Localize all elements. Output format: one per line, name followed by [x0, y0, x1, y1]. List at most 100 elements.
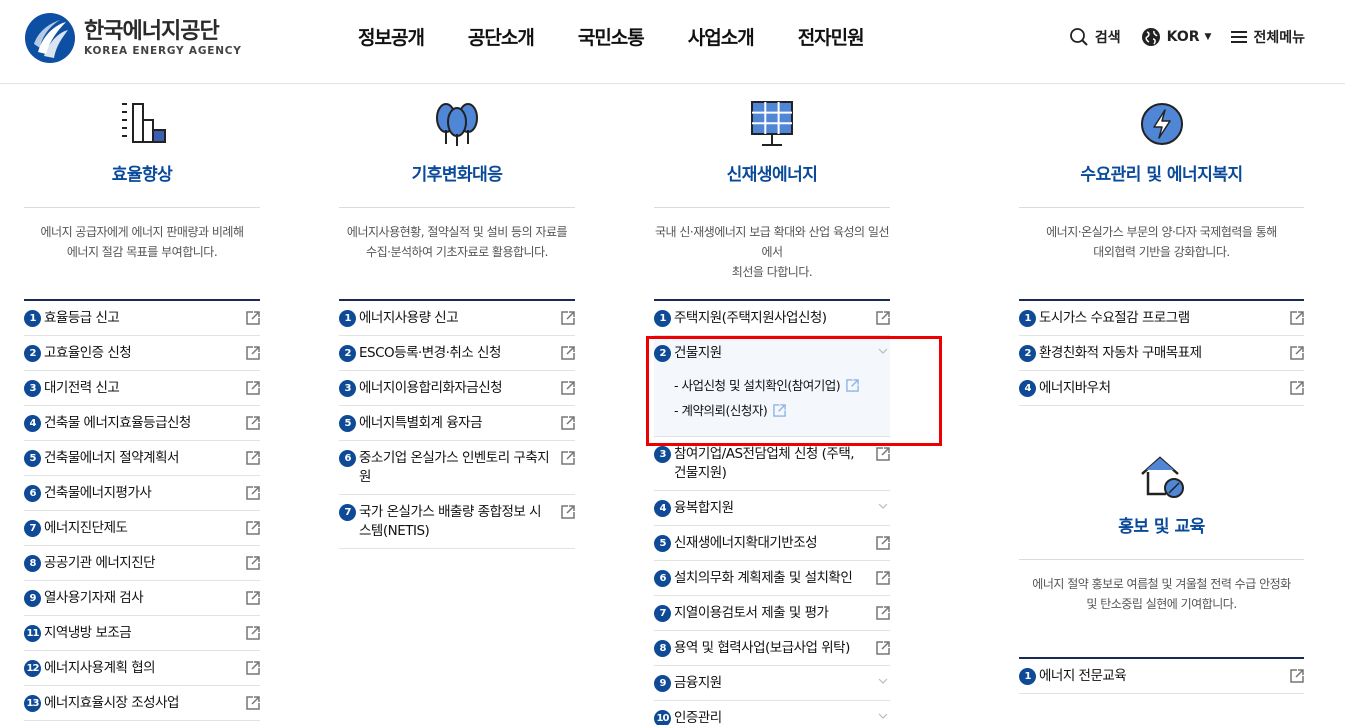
list-item[interactable]: 4 건축물 에너지효율등급신청: [24, 406, 260, 441]
category-description: 에너지사용현황, 절약실적 및 설비 등의 자료를 수집·분석하여 기초자료로 …: [339, 207, 575, 285]
item-label: 건축물 에너지효율등급신청: [44, 415, 191, 431]
external-link-icon: [246, 416, 260, 430]
list-item[interactable]: 13 에너지효율시장 조성사업: [24, 686, 260, 721]
number-badge: 10: [654, 710, 671, 725]
list-item[interactable]: 1 도시가스 수요절감 프로그램: [1019, 301, 1304, 336]
list-item[interactable]: 7 에너지진단제도: [24, 511, 260, 546]
external-link-icon: [876, 606, 890, 620]
item-label: 설치의무화 계획제출 및 설치확인: [674, 570, 853, 586]
number-badge: 9: [654, 675, 671, 692]
list-item[interactable]: 7 지열이용검토서 제출 및 평가: [654, 596, 890, 631]
external-link-icon: [246, 556, 260, 570]
nav-business-intro[interactable]: 사업소개: [688, 24, 755, 52]
number-badge: 7: [654, 605, 671, 622]
list-item[interactable]: 6 중소기업 온실가스 인벤토리 구축지원: [339, 441, 575, 495]
category-title: 기후변화대응: [411, 165, 503, 185]
external-link-icon: [246, 486, 260, 500]
number-badge: 1: [1019, 310, 1036, 327]
item-label: 대기전력 신고: [44, 380, 120, 396]
external-link-icon: [246, 521, 260, 535]
highlight-box: [646, 336, 942, 446]
item-label: 건축물에너지평가사: [44, 485, 152, 501]
nav-e-civil-service[interactable]: 전자민원: [798, 24, 865, 52]
external-link-icon: [1290, 669, 1304, 683]
desc-line: 에너지사용현황, 절약실적 및 설비 등의 자료를: [346, 225, 568, 239]
trees-icon: [436, 103, 478, 146]
number-badge: 7: [339, 504, 356, 521]
full-menu-button[interactable]: 전체메뉴: [1231, 24, 1305, 50]
list-item[interactable]: 1 에너지사용량 신고: [339, 301, 575, 336]
external-link-icon: [246, 626, 260, 640]
number-badge: 3: [24, 380, 41, 397]
external-link-icon: [246, 451, 260, 465]
lightning-icon: [1140, 103, 1183, 145]
list-item[interactable]: 4 융복합지원: [654, 491, 890, 526]
item-label: 고효율인증 신청: [44, 345, 132, 361]
desc-line: 에너지 공급자에게 에너지 판매량과 비례해: [40, 225, 244, 239]
nav-agency-intro[interactable]: 공단소개: [468, 24, 535, 52]
number-badge: 1: [339, 310, 356, 327]
list-item[interactable]: 10 인증관리: [654, 701, 890, 725]
list-item[interactable]: 4 에너지바우처: [1019, 371, 1304, 406]
number-badge: 1: [1019, 668, 1036, 685]
logo-korean-name: 한국에너지공단: [84, 18, 220, 44]
number-badge: 2: [24, 345, 41, 362]
number-badge: 5: [654, 535, 671, 552]
external-link-icon: [876, 536, 890, 550]
site-header: 한국에너지공단 KOREA ENERGY AGENCY 정보공개 공단소개 국민…: [0, 0, 1345, 84]
list-item[interactable]: 6 설치의무화 계획제출 및 설치확인: [654, 561, 890, 596]
number-badge: 3: [339, 380, 356, 397]
list-item[interactable]: 9 열사용기자재 검사: [24, 581, 260, 616]
desc-line: 최선을 다합니다.: [731, 265, 813, 279]
list-item[interactable]: 1 효율등급 신고: [24, 301, 260, 336]
list-item[interactable]: 5 신재생에너지확대기반조성: [654, 526, 890, 561]
list-item[interactable]: 8 공공기관 에너지진단: [24, 546, 260, 581]
list-item[interactable]: 5 에너지특별회계 융자금: [339, 406, 575, 441]
number-badge: 13: [24, 695, 41, 712]
service-list: 1 효율등급 신고 2 고효율인증 신청 3 대기전력 신고 4 건축물 에너지효율등급…: [24, 299, 260, 721]
list-item[interactable]: 1 에너지 전문교육: [1019, 659, 1304, 694]
number-badge: 6: [24, 485, 41, 502]
category-description: 에너지·온실가스 부문의 양·다자 국제협력을 통해 대외협력 기반을 강화합니…: [1019, 207, 1304, 285]
item-label: 지역냉방 보조금: [44, 625, 132, 641]
list-item[interactable]: 5 건축물에너지 절약계획서: [24, 441, 260, 476]
utility-menu: 검색 KOR ▼ 전체메뉴: [1049, 24, 1305, 50]
item-label: 에너지효율시장 조성사업: [44, 695, 179, 711]
nav-info-disclosure[interactable]: 정보공개: [358, 24, 425, 52]
list-item[interactable]: 2 ESCO등록·변경·취소 신청: [339, 336, 575, 371]
language-selector[interactable]: KOR ▼: [1141, 24, 1211, 50]
list-item[interactable]: 3 에너지이용합리화자금신청: [339, 371, 575, 406]
building-chart-icon: [122, 103, 166, 143]
list-item[interactable]: 1 주택지원(주택지원사업신청): [654, 301, 890, 336]
list-item[interactable]: 7 국가 온실가스 배출량 종합정보 시스템(NETIS): [339, 495, 575, 549]
list-item[interactable]: 6 건축물에너지평가사: [24, 476, 260, 511]
list-item[interactable]: 8 용역 및 협력사업(보급사업 위탁): [654, 631, 890, 666]
item-label: ESCO등록·변경·취소 신청: [359, 345, 501, 361]
number-badge: 6: [339, 450, 356, 467]
number-badge: 8: [24, 555, 41, 572]
search-button[interactable]: 검색: [1069, 24, 1121, 50]
list-item[interactable]: 2 환경친화적 자동차 구매목표제: [1019, 336, 1304, 371]
house-leaf-icon: [1140, 456, 1184, 498]
item-label: 인증관리: [674, 710, 722, 725]
item-label: 국가 온실가스 배출량 종합정보 시스템(NETIS): [359, 504, 542, 539]
list-item[interactable]: 3 대기전력 신고: [24, 371, 260, 406]
list-item[interactable]: 12 에너지사용계획 협의: [24, 651, 260, 686]
list-item[interactable]: 2 고효율인증 신청: [24, 336, 260, 371]
number-badge: 2: [1019, 345, 1036, 362]
external-link-icon: [876, 311, 890, 325]
nav-public-communication[interactable]: 국민소통: [578, 24, 645, 52]
external-link-icon: [561, 505, 575, 519]
category-title: 효율향상: [111, 165, 173, 185]
list-item[interactable]: 11 지역냉방 보조금: [24, 616, 260, 651]
site-logo[interactable]: 한국에너지공단 KOREA ENERGY AGENCY: [24, 12, 242, 64]
item-label: 공공기관 에너지진단: [44, 555, 156, 571]
external-link-icon: [561, 451, 575, 465]
item-label: 용역 및 협력사업(보급사업 위탁): [674, 640, 850, 656]
full-menu-label: 전체메뉴: [1253, 30, 1305, 46]
item-label: 에너지진단제도: [44, 520, 128, 536]
desc-line: 대외협력 기반을 강화합니다.: [1093, 245, 1230, 259]
list-item[interactable]: 9 금융지원: [654, 666, 890, 701]
item-label: 열사용기자재 검사: [44, 590, 144, 606]
number-badge: 1: [24, 310, 41, 327]
